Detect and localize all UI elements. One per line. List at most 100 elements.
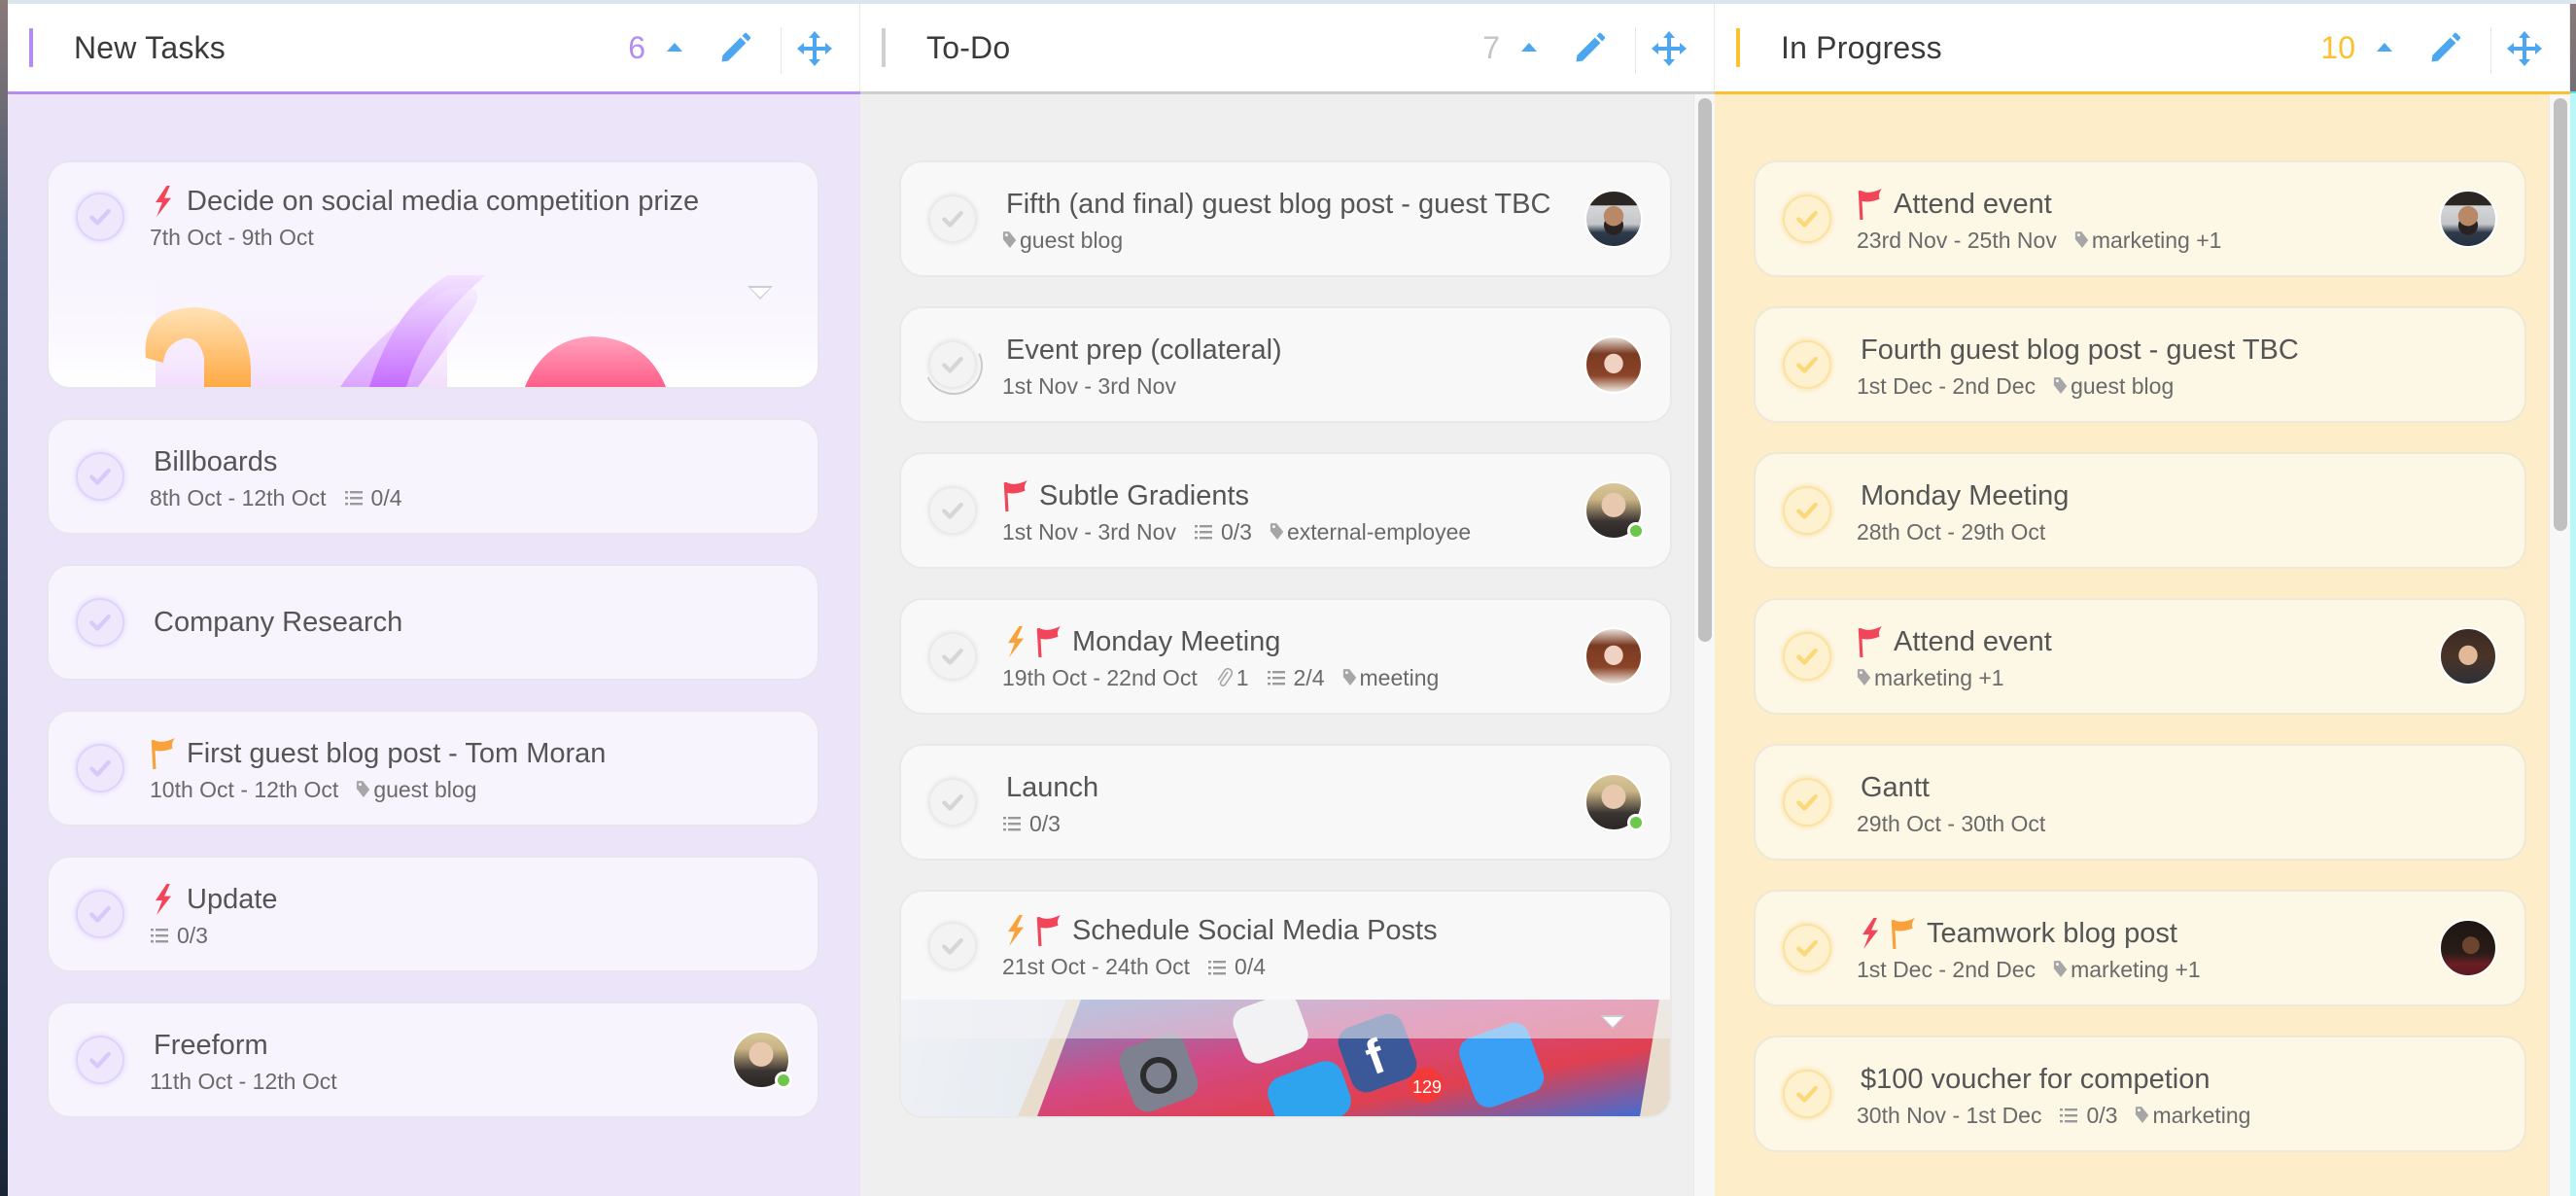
card-tag[interactable]: marketing +1	[1857, 665, 2004, 691]
complete-task-checkbox[interactable]	[1783, 778, 1831, 827]
complete-task-checkbox[interactable]	[1783, 340, 1831, 389]
column-scrollbar[interactable]	[1693, 94, 1715, 1196]
task-card[interactable]: Decide on social media competition prize…	[47, 160, 819, 389]
complete-task-checkbox[interactable]	[76, 598, 124, 647]
complete-task-checkbox[interactable]	[1783, 1070, 1831, 1118]
column-title[interactable]: To-Do	[926, 30, 1010, 66]
priority-bolt-icon	[1002, 915, 1035, 946]
task-card[interactable]: Launch 0/3	[899, 744, 1672, 861]
card-tag[interactable]: guest blog	[356, 777, 476, 803]
move-column-icon[interactable]	[2505, 29, 2544, 68]
task-card[interactable]: $100 voucher for competion 30th Nov - 1s…	[1754, 1036, 2526, 1152]
tag-label: meeting	[1359, 664, 1440, 690]
card-tag[interactable]: marketing +1	[2053, 957, 2201, 983]
tag-icon	[2053, 960, 2071, 979]
task-card[interactable]: Monday Meeting 28th Oct - 29th Oct	[1754, 452, 2526, 569]
complete-task-checkbox[interactable]	[928, 194, 977, 243]
assignee-avatar[interactable]	[2439, 190, 2497, 248]
scrollbar-thumb[interactable]	[1698, 98, 1712, 642]
complete-task-checkbox[interactable]	[928, 486, 977, 535]
card-tag[interactable]: guest blog	[2053, 373, 2174, 400]
card-tag[interactable]: external-employee	[1270, 519, 1471, 545]
expand-cover-icon[interactable]	[1600, 1015, 1625, 1029]
column-scrollbar[interactable]	[2549, 94, 2570, 1196]
complete-task-checkbox[interactable]	[928, 632, 977, 681]
priority-bolt-icon	[150, 883, 183, 915]
complete-task-checkbox[interactable]	[1783, 194, 1831, 243]
card-meta: 11th Oct - 12th Oct	[150, 1069, 701, 1095]
task-card[interactable]: Monday Meeting 19th Oct - 22nd Oct 1 2/4 me…	[899, 598, 1672, 715]
card-tag[interactable]: guest blog	[1002, 228, 1123, 254]
card-cover-image[interactable]	[49, 270, 818, 387]
collapse-caret-icon[interactable]	[1521, 43, 1537, 52]
task-card[interactable]: Event prep (collateral) 1st Nov - 3rd No…	[899, 306, 1672, 423]
complete-task-checkbox[interactable]	[928, 921, 977, 970]
complete-task-checkbox[interactable]	[76, 1036, 124, 1084]
checkmark-icon	[1794, 498, 1820, 523]
card-tag[interactable]: marketing	[2135, 1103, 2250, 1129]
tag-icon	[1002, 230, 1020, 250]
task-card[interactable]: Schedule Social Media Posts 21st Oct - 2…	[899, 890, 1672, 1118]
complete-task-checkbox[interactable]	[1783, 924, 1831, 972]
task-card[interactable]: First guest blog post - Tom Moran 10th O…	[47, 710, 819, 827]
card-tag[interactable]: marketing +1	[2074, 228, 2221, 254]
edit-column-pencil-icon[interactable]	[1572, 31, 1607, 66]
complete-task-checkbox[interactable]	[1783, 486, 1831, 535]
task-card[interactable]: Update 0/3	[47, 856, 819, 972]
column-title[interactable]: New Tasks	[74, 30, 226, 66]
checkmark-icon	[940, 352, 965, 377]
task-card[interactable]: Fourth guest blog post - guest TBC 1st D…	[1754, 306, 2526, 423]
checkmark-icon	[87, 756, 113, 781]
assignee-avatar[interactable]	[2439, 627, 2497, 686]
assignee-avatar[interactable]	[1584, 335, 1643, 394]
card-checklist: 0/4	[344, 485, 402, 511]
complete-task-checkbox[interactable]	[1783, 632, 1831, 681]
complete-task-checkbox[interactable]	[76, 192, 124, 241]
priority-flag-icon	[1035, 915, 1068, 946]
checklist-icon	[1267, 668, 1294, 687]
assignee-avatar[interactable]	[1584, 190, 1643, 248]
card-cover-image[interactable]: f 129	[901, 1000, 1670, 1116]
assignee-avatar[interactable]	[1584, 773, 1645, 831]
card-meta: marketing +1	[1857, 665, 2408, 691]
collapse-caret-icon[interactable]	[667, 43, 682, 52]
tag-icon	[2074, 230, 2092, 250]
task-card[interactable]: Teamwork blog post 1st Dec - 2nd Dec mark…	[1754, 890, 2526, 1006]
expand-cover-icon[interactable]	[748, 286, 773, 299]
assignee-avatar[interactable]	[732, 1031, 792, 1089]
assignee-avatar[interactable]	[2439, 919, 2497, 977]
card-tag[interactable]: meeting	[1342, 664, 1440, 691]
task-card[interactable]: Attend event marketing +1	[1754, 598, 2526, 715]
tag-icon	[1270, 522, 1287, 542]
move-column-icon[interactable]	[1650, 29, 1688, 68]
edit-column-pencil-icon[interactable]	[717, 31, 752, 66]
task-card[interactable]: Freeform 11th Oct - 12th Oct	[47, 1002, 819, 1118]
assignee-avatar[interactable]	[1584, 481, 1645, 540]
assignee-avatar[interactable]	[1584, 627, 1643, 686]
task-card[interactable]: Attend event 23rd Nov - 25th Nov marketin…	[1754, 160, 2526, 277]
card-dates: 19th Oct - 22nd Oct	[1002, 664, 1198, 690]
edit-column-pencil-icon[interactable]	[2427, 31, 2462, 66]
collapse-caret-icon[interactable]	[2377, 43, 2392, 52]
complete-task-checkbox[interactable]	[928, 340, 977, 389]
checklist-progress: 0/3	[1029, 810, 1061, 836]
task-card[interactable]: Gantt 29th Oct - 30th Oct	[1754, 744, 2526, 861]
task-card[interactable]: Fifth (and final) guest blog post - gues…	[899, 160, 1672, 277]
column-header: In Progress 10	[1715, 4, 2570, 91]
task-card[interactable]: Billboards 8th Oct - 12th Oct 0/4	[47, 418, 819, 535]
complete-task-checkbox[interactable]	[76, 890, 124, 938]
column-next-partial	[2570, 91, 2576, 1196]
column-color-bar	[29, 28, 33, 67]
card-title: Monday Meeting	[1072, 625, 1281, 657]
scrollbar-thumb[interactable]	[2554, 98, 2567, 532]
move-column-icon[interactable]	[795, 29, 834, 68]
complete-task-checkbox[interactable]	[928, 778, 977, 827]
checkmark-icon	[1794, 352, 1820, 377]
column-title[interactable]: In Progress	[1781, 30, 1942, 66]
task-card[interactable]: Subtle Gradients 1st Nov - 3rd Nov 0/3 ext…	[899, 452, 1672, 569]
tag-label: guest blog	[1020, 227, 1124, 253]
task-card[interactable]: Company Research	[47, 564, 819, 681]
card-checklist: 0/4	[1207, 954, 1266, 980]
complete-task-checkbox[interactable]	[76, 744, 124, 792]
complete-task-checkbox[interactable]	[76, 452, 124, 501]
